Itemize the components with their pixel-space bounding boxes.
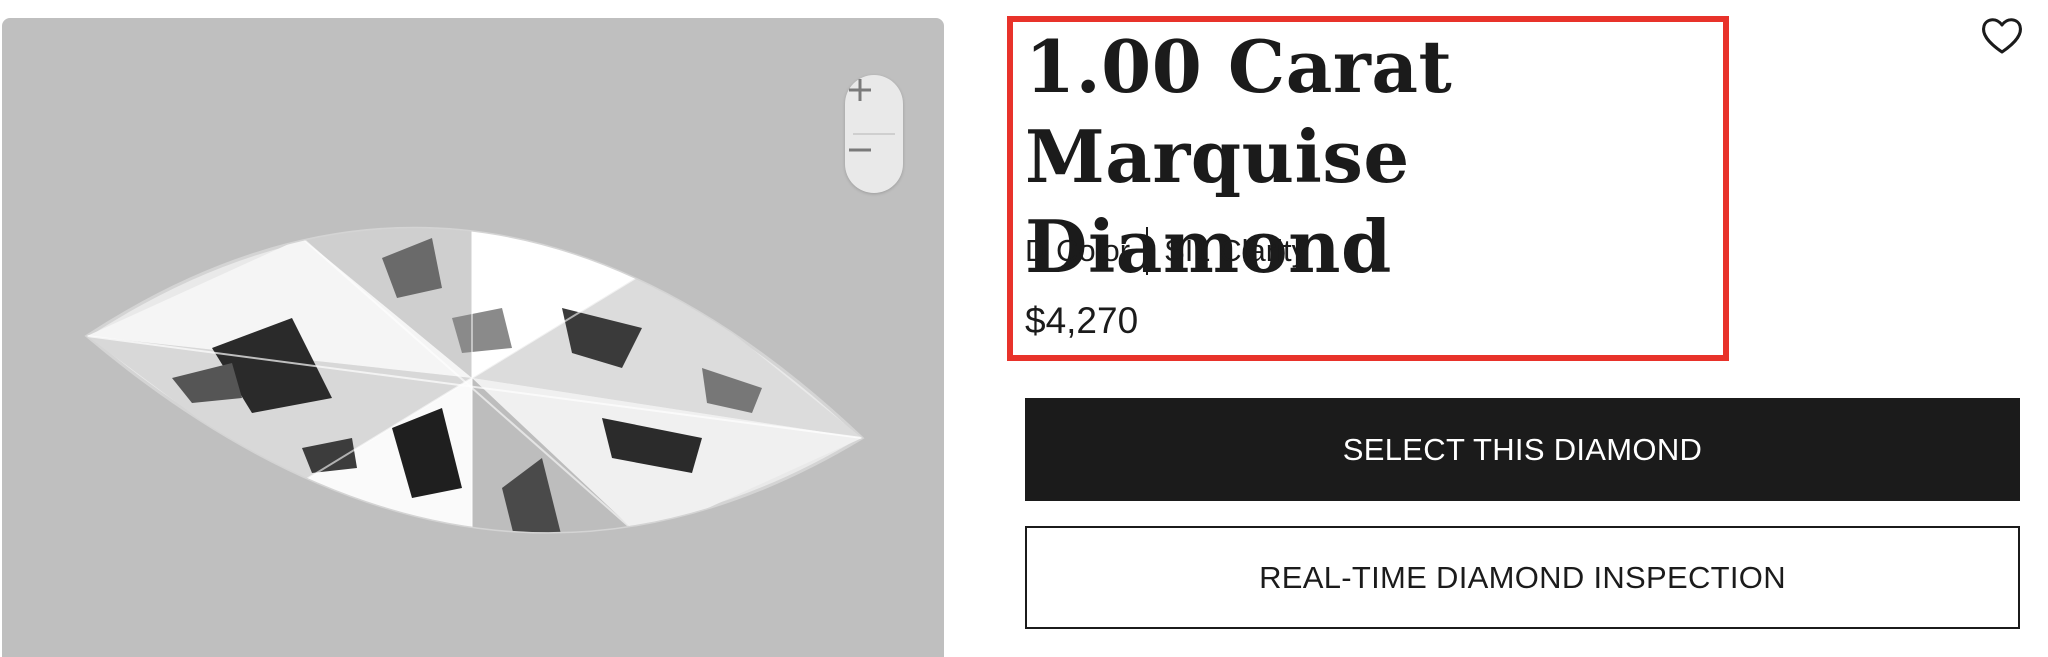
- product-specs: D Color SI1 Clarity: [1025, 227, 1308, 275]
- diamond-image: [84, 226, 865, 534]
- favorite-button[interactable]: [1980, 16, 2024, 56]
- zoom-out-button[interactable]: [845, 135, 903, 193]
- heart-outline-icon: [1982, 18, 2022, 54]
- select-diamond-button[interactable]: SELECT THIS DIAMOND: [1025, 398, 2020, 501]
- color-spec: D Color: [1025, 233, 1131, 268]
- product-price: $4,270: [1025, 300, 1139, 341]
- clarity-spec: SI1 Clarity: [1164, 233, 1308, 268]
- spec-divider: [1146, 227, 1149, 275]
- diamond-inspection-button[interactable]: REAL-TIME DIAMOND INSPECTION: [1025, 526, 2020, 629]
- zoom-control: [845, 75, 903, 193]
- zoom-in-button[interactable]: [845, 75, 903, 133]
- diamond-image-viewer[interactable]: [2, 18, 944, 657]
- plus-icon: [849, 79, 871, 101]
- minus-icon: [849, 148, 871, 152]
